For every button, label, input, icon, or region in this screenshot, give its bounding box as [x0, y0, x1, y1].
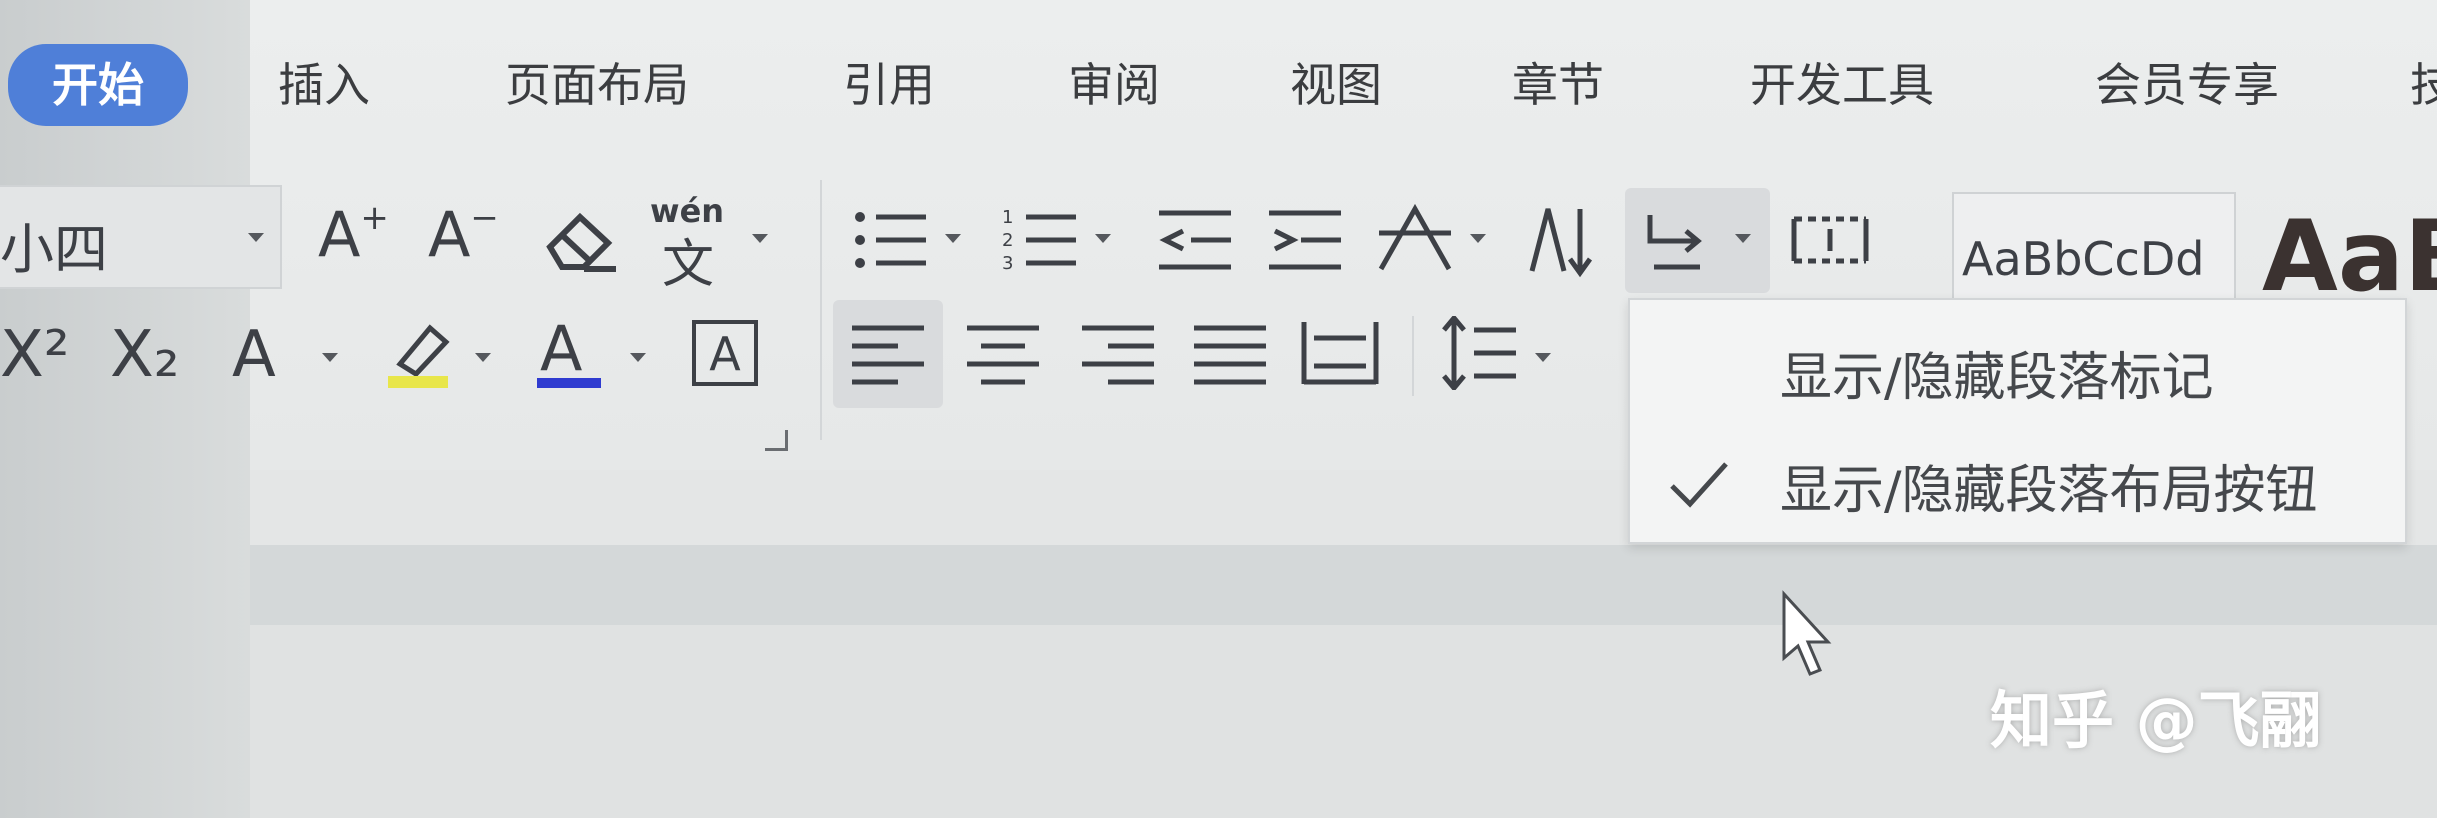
chevron-down-icon[interactable] — [475, 353, 491, 362]
numbered-list-icon[interactable]: 1 2 3 — [1000, 205, 1080, 275]
line-spacing-icon[interactable] — [1440, 316, 1520, 390]
align-right-icon[interactable] — [1080, 322, 1156, 386]
chevron-down-icon[interactable] — [1470, 234, 1486, 243]
chevron-down-icon[interactable] — [248, 233, 264, 242]
style-heading-sample[interactable]: AaB — [2262, 200, 2437, 314]
paragraph-mark-icon — [1640, 205, 1710, 280]
paragraph-marks-dropdown: 显示/隐藏段落标记 显示/隐藏段落布局按钮 — [1628, 298, 2407, 544]
tab-page-layout[interactable]: 页面布局 — [505, 50, 689, 120]
shrink-font-icon[interactable]: A− — [428, 198, 499, 271]
document-gap — [250, 545, 2437, 625]
svg-text:3: 3 — [1002, 253, 1013, 274]
chevron-down-icon[interactable] — [1095, 234, 1111, 243]
phonetic-guide-icon[interactable]: 文 — [662, 222, 714, 297]
mouse-cursor-icon — [1780, 590, 1840, 684]
font-color-icon[interactable]: A — [540, 312, 582, 385]
checkmark-icon — [1668, 460, 1730, 514]
superscript-button[interactable]: X² — [0, 318, 70, 392]
tab-insert[interactable]: 插入 — [278, 50, 370, 120]
tab-developer[interactable]: 开发工具 — [1750, 50, 1934, 120]
sort-icon[interactable] — [1528, 203, 1598, 278]
chinese-layout-icon[interactable] — [1375, 203, 1455, 275]
distributed-align-icon[interactable] — [1300, 318, 1380, 388]
svg-text:2: 2 — [1002, 230, 1013, 251]
svg-text:1: 1 — [1002, 207, 1013, 228]
align-left-icon — [850, 322, 926, 386]
tab-review[interactable]: 审阅 — [1068, 50, 1160, 120]
tab-section[interactable]: 章节 — [1512, 50, 1604, 120]
svg-text:A: A — [709, 327, 741, 381]
menu-item-toggle-layout-button[interactable]: 显示/隐藏段落布局按钮 — [1780, 448, 2318, 523]
increase-indent-icon[interactable] — [1265, 205, 1345, 275]
tab-view[interactable]: 视图 — [1290, 50, 1382, 120]
tab-member[interactable]: 会员专享 — [2095, 50, 2279, 120]
menu-item-toggle-paragraph-marks[interactable]: 显示/隐藏段落标记 — [1780, 335, 2214, 410]
chevron-down-icon[interactable] — [752, 234, 768, 243]
highlight-icon[interactable] — [382, 312, 462, 392]
group-divider — [820, 180, 822, 440]
watermark: 知乎 @飞翮 — [1990, 684, 2322, 757]
group-divider — [1412, 316, 1414, 396]
font-dialog-launcher-icon[interactable] — [765, 430, 788, 451]
font-color-bar — [537, 378, 601, 388]
tab-more[interactable]: 技 — [2410, 50, 2437, 120]
eraser-icon[interactable] — [540, 205, 620, 275]
font-size-value: 小四 — [0, 218, 108, 281]
justify-icon[interactable] — [1192, 322, 1268, 386]
character-border-icon[interactable]: A — [690, 318, 760, 388]
align-center-icon[interactable] — [965, 322, 1041, 386]
chevron-down-icon[interactable] — [1735, 234, 1751, 243]
highlight-color-bar — [388, 376, 448, 388]
tab-references[interactable]: 引用 — [843, 50, 935, 120]
chevron-down-icon[interactable] — [945, 234, 961, 243]
text-effect-icon[interactable]: A — [232, 318, 276, 392]
subscript-button[interactable]: X₂ — [110, 318, 180, 392]
chevron-down-icon[interactable] — [322, 353, 338, 362]
bullet-list-icon[interactable] — [850, 205, 930, 275]
table-tools-icon[interactable] — [1790, 215, 1870, 265]
chevron-down-icon[interactable] — [1535, 353, 1551, 362]
chevron-down-icon[interactable] — [630, 353, 646, 362]
decrease-indent-icon[interactable] — [1155, 205, 1235, 275]
tab-home[interactable]: 开始 — [8, 44, 188, 126]
style-normal-sample: AaBbCcDd — [1962, 232, 2205, 286]
grow-font-icon[interactable]: A+ — [318, 198, 389, 271]
